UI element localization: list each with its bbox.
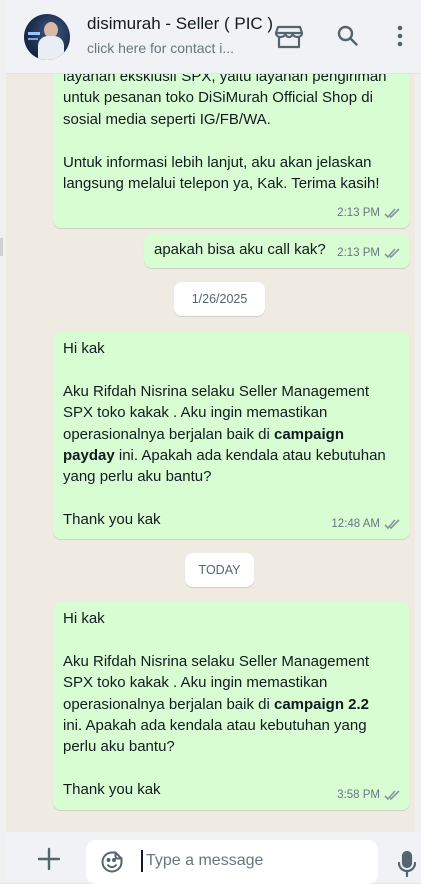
message-text: layanan eksklusif SPX, yaitu layanan pen… [63, 74, 387, 193]
message-text: Hi kak Aku Rifdah Nisrina selaku Seller … [63, 338, 400, 531]
message-time: 2:13 PM [337, 206, 380, 219]
read-check-icon [384, 519, 400, 529]
message-meta: 2:13 PM [337, 243, 402, 264]
message-meta: 12:48 AM [331, 514, 402, 535]
message-time: 3:58 PM [337, 788, 380, 801]
message-bubble-outgoing[interactable]: Hi kak Aku Rifdah Nisrina selaku Seller … [53, 332, 410, 539]
store-icon[interactable] [275, 22, 303, 50]
date-label: TODAY [198, 563, 241, 577]
resize-handle[interactable] [0, 238, 3, 256]
read-check-icon [384, 208, 400, 218]
date-divider: TODAY [185, 553, 254, 587]
message-text-bold: campaign 2.2 [273, 695, 370, 713]
mic-icon[interactable] [396, 850, 418, 878]
text-caret [141, 850, 143, 872]
message-bubble-outgoing[interactable]: apakah bisa aku call kak? 2:13 PM [144, 233, 410, 268]
contact-info-hint[interactable]: click here for contact i... [87, 40, 234, 56]
message-input[interactable] [146, 848, 366, 874]
read-check-icon [384, 790, 400, 800]
contact-avatar[interactable] [24, 14, 70, 60]
avatar-body [38, 36, 64, 60]
plus-icon[interactable] [36, 846, 62, 872]
message-bubble-outgoing[interactable]: layanan eksklusif SPX, yaitu layanan pen… [53, 74, 410, 228]
date-divider: 1/26/2025 [174, 282, 265, 316]
message-list[interactable]: layanan eksklusif SPX, yaitu layanan pen… [6, 74, 415, 832]
read-check-icon [384, 248, 400, 258]
emoji-icon[interactable] [100, 850, 124, 874]
date-label: 1/26/2025 [191, 292, 248, 306]
search-icon[interactable] [334, 22, 362, 50]
message-time: 12:48 AM [331, 517, 380, 530]
message-meta: 2:13 PM [337, 203, 402, 224]
contact-name[interactable]: disimurah - Seller ( PIC ) [87, 14, 273, 34]
window-edge-right [415, 0, 421, 883]
message-bubble-outgoing[interactable]: Hi kak Aku Rifdah Nisrina selaku Seller … [53, 602, 410, 810]
avatar-decoration [28, 32, 40, 35]
avatar-decoration [28, 38, 38, 40]
more-vert-icon[interactable] [393, 22, 407, 50]
message-text-part: ini. Apakah ada kendala atau kebutuhan y… [63, 717, 367, 799]
message-text: Hi kak Aku Rifdah Nisrina selaku Seller … [63, 608, 400, 801]
message-composer [6, 832, 421, 884]
message-meta: 3:58 PM [337, 785, 402, 806]
message-time: 2:13 PM [337, 246, 380, 259]
chat-header[interactable]: disimurah - Seller ( PIC ) click here fo… [6, 0, 421, 74]
message-input-box[interactable] [86, 840, 378, 884]
